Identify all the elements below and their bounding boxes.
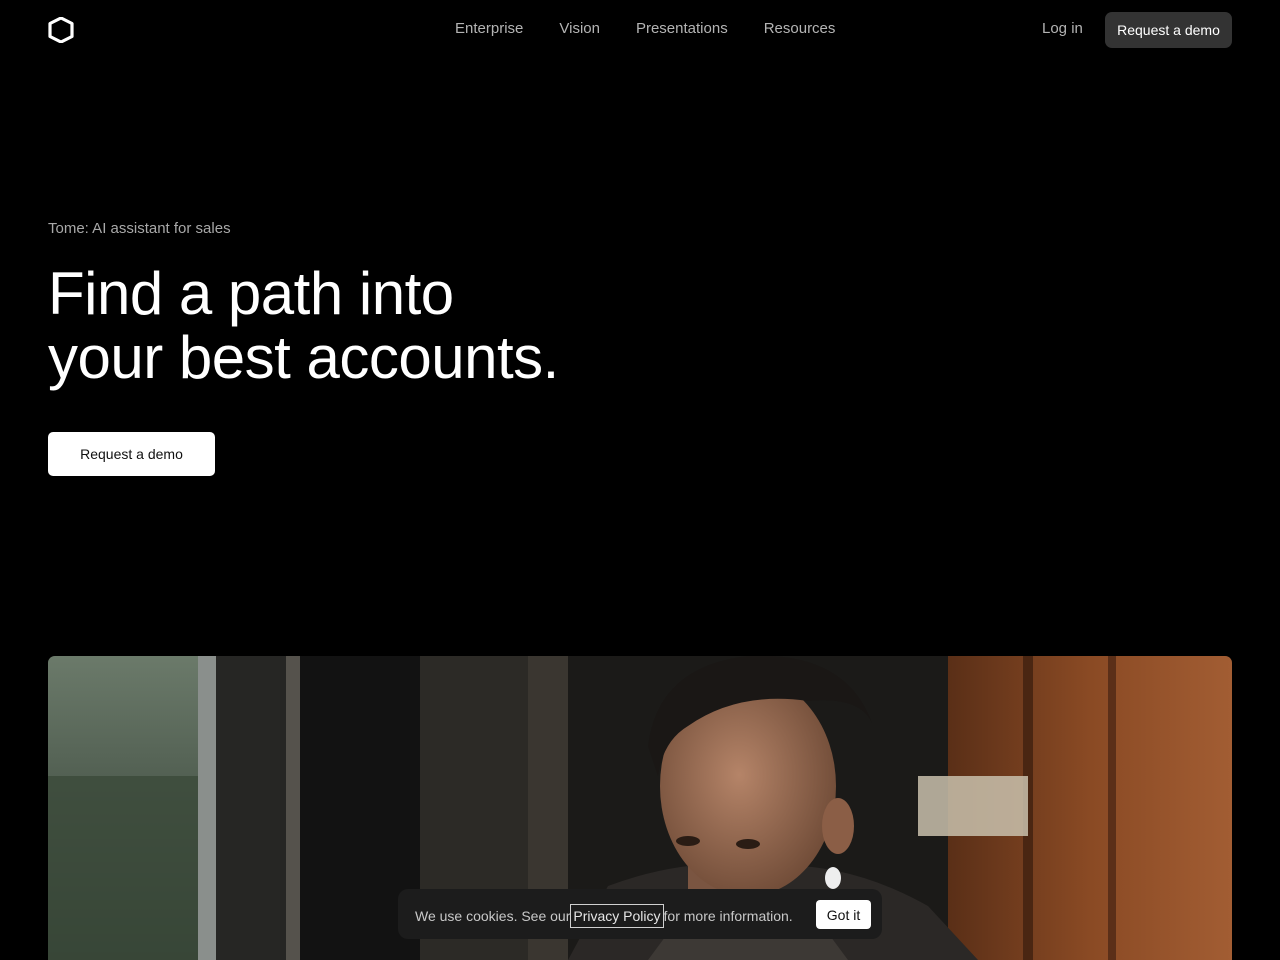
request-demo-nav-button[interactable]: Request a demo (1105, 12, 1232, 48)
cookie-message: We use cookies. See our Privacy Policy for… (415, 904, 793, 928)
cookie-banner: We use cookies. See our Privacy Policy for… (398, 889, 882, 939)
nav-links: Enterprise Vision Presentations Resource… (455, 19, 835, 39)
nav-link-resources[interactable]: Resources (764, 19, 836, 39)
hero-eyebrow: Tome: AI assistant for sales (48, 220, 231, 237)
top-navigation: Enterprise Vision Presentations Resource… (0, 0, 1280, 60)
cookie-text-before: We use cookies. See our (415, 908, 571, 924)
privacy-policy-link[interactable]: Privacy Policy (570, 904, 664, 928)
nav-link-presentations[interactable]: Presentations (636, 19, 728, 39)
hero-title-line-2: your best accounts. (48, 324, 559, 391)
tome-logo-icon[interactable] (48, 17, 74, 43)
nav-link-enterprise[interactable]: Enterprise (455, 19, 523, 39)
cookie-text-after: for more information. (663, 908, 793, 924)
request-demo-hero-button[interactable]: Request a demo (48, 432, 215, 476)
nav-link-vision[interactable]: Vision (559, 19, 600, 39)
cookie-accept-button[interactable]: Got it (816, 900, 871, 929)
hero-title-line-1: Find a path into (48, 260, 454, 327)
hero-title: Find a path into your best accounts. (48, 262, 559, 390)
login-link[interactable]: Log in (1042, 19, 1083, 39)
